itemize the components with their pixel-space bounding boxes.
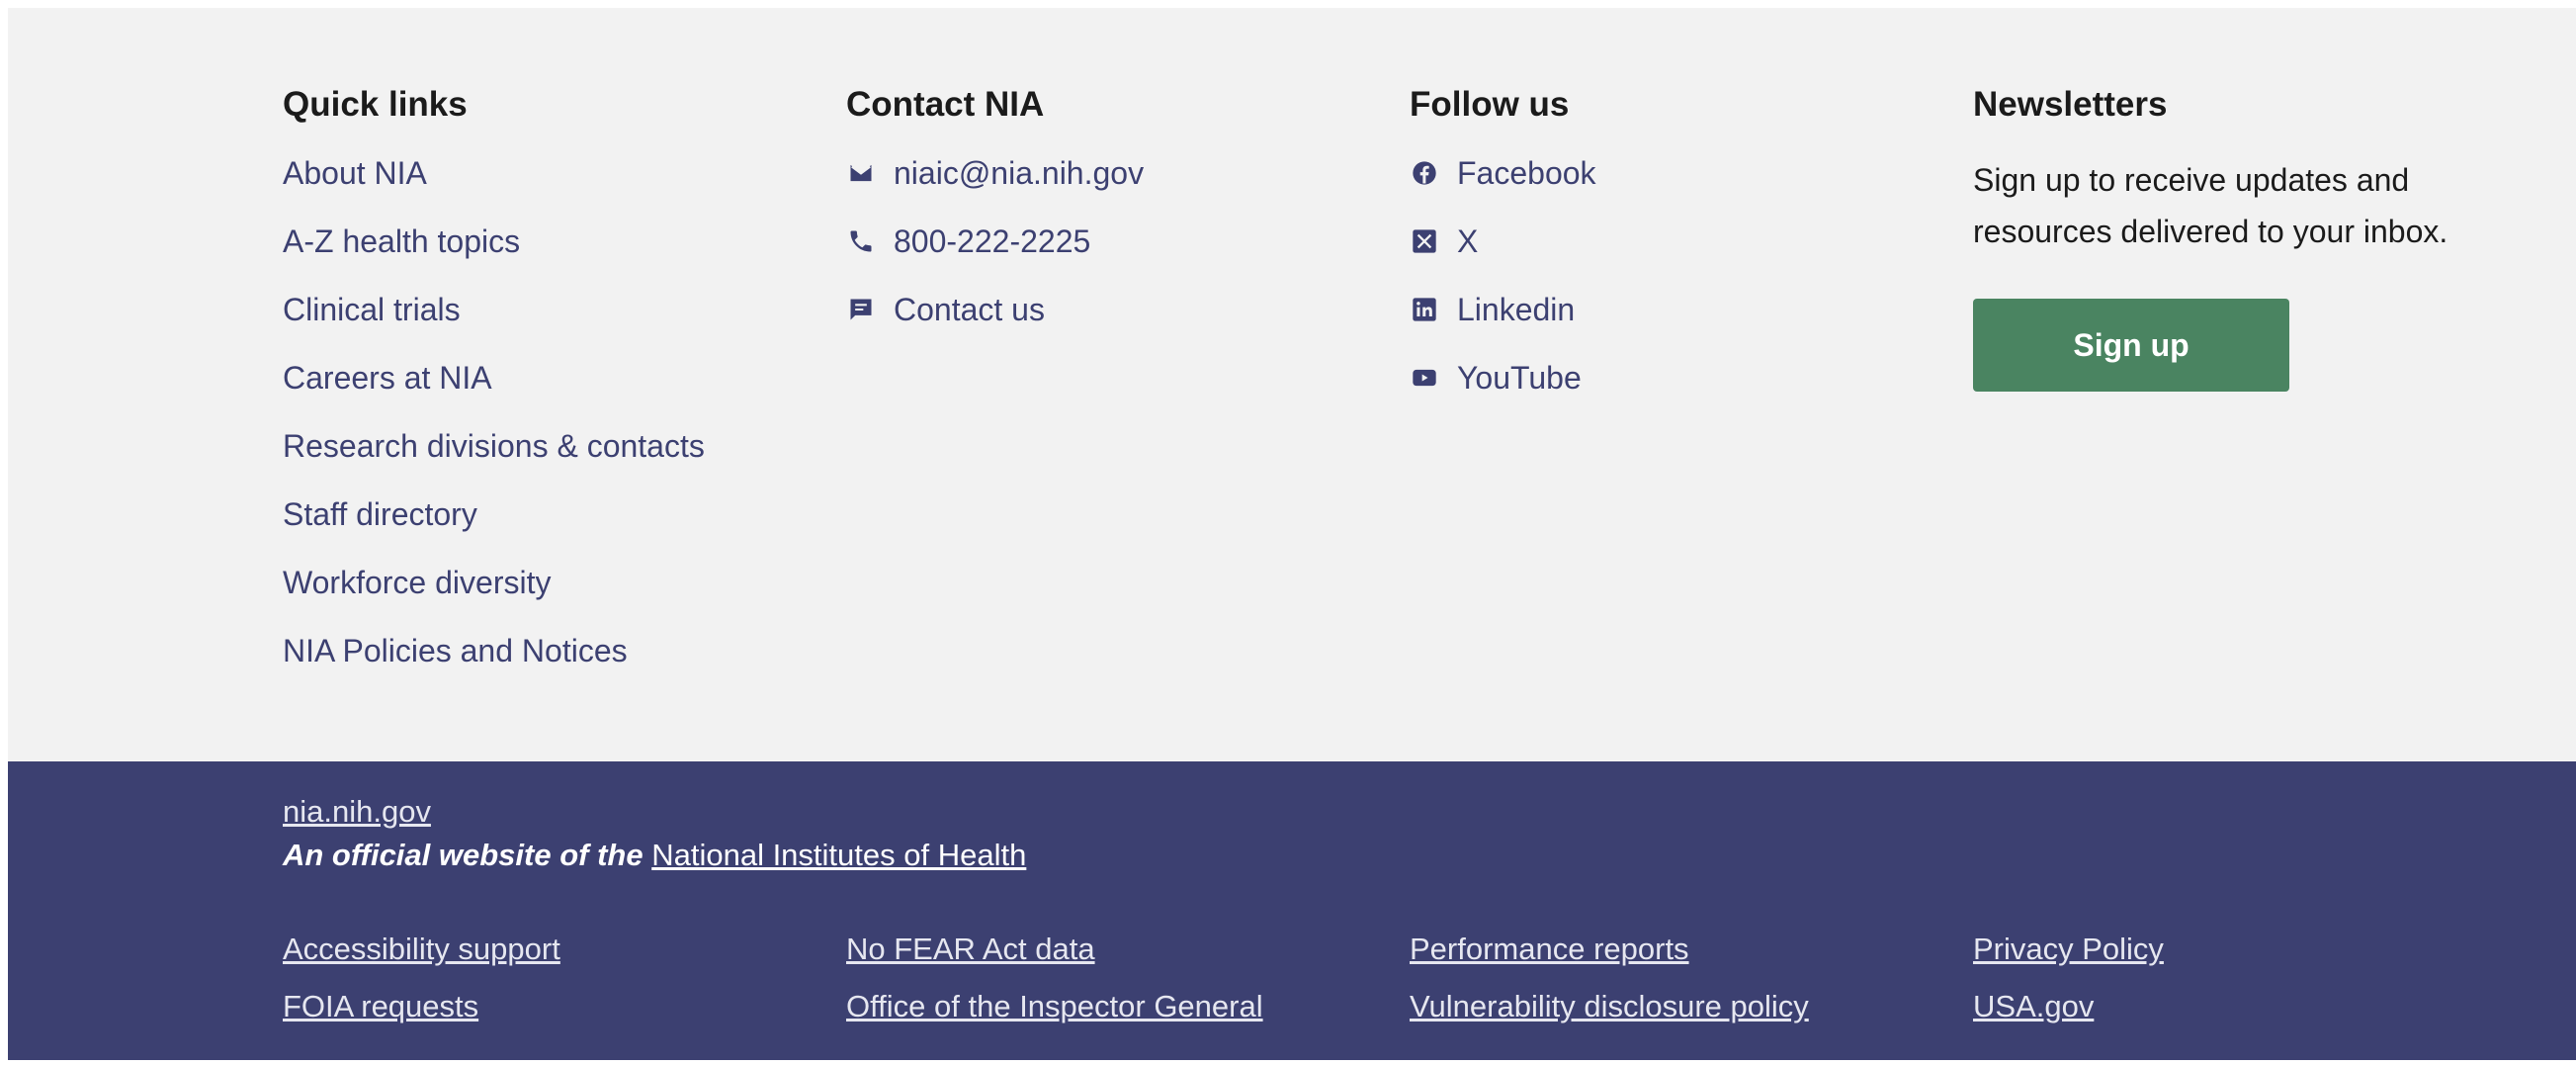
contact-list: niaic@nia.nih.gov 800-222-2225 Contact u… <box>846 152 1144 330</box>
contact-phone-label: 800-222-2225 <box>894 223 1091 259</box>
newsletters-description: Sign up to receive updates and resources… <box>1973 162 2448 249</box>
footer-top: Quick links About NIA A-Z health topics … <box>8 8 2576 761</box>
quick-links-heading: Quick links <box>283 85 468 124</box>
follow-x-link[interactable]: X <box>1410 221 1596 262</box>
accessibility-support-link[interactable]: Accessibility support <box>283 930 560 969</box>
quick-links-list: About NIA A-Z health topics Clinical tri… <box>283 152 705 671</box>
x-icon <box>1410 226 1439 256</box>
contact-us-label: Contact us <box>894 292 1045 327</box>
facebook-icon <box>1410 158 1439 188</box>
bottom-links-column-3: Performance reports Vulnerability disclo… <box>1410 930 1809 1044</box>
follow-linkedin-link[interactable]: Linkedin <box>1410 289 1596 330</box>
quick-link-clinical-trials[interactable]: Clinical trials <box>283 289 705 330</box>
vulnerability-disclosure-link[interactable]: Vulnerability disclosure policy <box>1410 987 1809 1026</box>
bottom-links-column-4: Privacy Policy USA.gov <box>1973 930 2164 1044</box>
email-icon <box>846 158 876 188</box>
follow-x-label: X <box>1457 223 1479 259</box>
inspector-general-link[interactable]: Office of the Inspector General <box>846 987 1263 1026</box>
quick-links-column: Quick links About NIA A-Z health topics … <box>283 77 705 698</box>
quick-link-staff-directory[interactable]: Staff directory <box>283 493 705 535</box>
follow-facebook-label: Facebook <box>1457 155 1596 191</box>
chat-icon <box>846 295 876 324</box>
follow-facebook-link[interactable]: Facebook <box>1410 152 1596 194</box>
bottom-links-column-2: No FEAR Act data Office of the Inspector… <box>846 930 1263 1044</box>
contact-column: Contact NIA niaic@nia.nih.gov 800-222-22… <box>846 77 1144 357</box>
contact-email-label: niaic@nia.nih.gov <box>894 155 1145 191</box>
bottom-links-column-1: Accessibility support FOIA requests <box>283 930 560 1044</box>
privacy-policy-link[interactable]: Privacy Policy <box>1973 930 2164 969</box>
follow-column: Follow us Facebook X Linkedin YouTube <box>1410 77 1596 425</box>
usa-gov-link[interactable]: USA.gov <box>1973 987 2164 1026</box>
newsletters-column: Newsletters Sign up to receive updates a… <box>1973 77 2487 392</box>
site-home-link[interactable]: nia.nih.gov <box>283 794 431 830</box>
follow-linkedin-label: Linkedin <box>1457 292 1576 327</box>
nih-link[interactable]: National Institutes of Health <box>651 838 1026 872</box>
quick-link-workforce-diversity[interactable]: Workforce diversity <box>283 562 705 603</box>
youtube-icon <box>1410 363 1439 393</box>
quick-link-health-topics[interactable]: A-Z health topics <box>283 221 705 262</box>
follow-heading: Follow us <box>1410 85 1570 124</box>
performance-reports-link[interactable]: Performance reports <box>1410 930 1809 969</box>
footer-bottom: nia.nih.gov An official website of the N… <box>8 761 2576 1060</box>
follow-youtube-label: YouTube <box>1457 360 1582 396</box>
follow-list: Facebook X Linkedin YouTube <box>1410 152 1596 399</box>
newsletters-heading: Newsletters <box>1973 85 2168 124</box>
official-prefix: An official website of the <box>283 838 644 872</box>
contact-phone-link[interactable]: 800-222-2225 <box>846 221 1144 262</box>
foia-requests-link[interactable]: FOIA requests <box>283 987 560 1026</box>
official-website-notice: An official website of the National Inst… <box>283 838 1026 873</box>
quick-link-policies[interactable]: NIA Policies and Notices <box>283 630 705 671</box>
no-fear-act-link[interactable]: No FEAR Act data <box>846 930 1263 969</box>
quick-link-careers[interactable]: Careers at NIA <box>283 357 705 399</box>
contact-email-link[interactable]: niaic@nia.nih.gov <box>846 152 1144 194</box>
follow-youtube-link[interactable]: YouTube <box>1410 357 1596 399</box>
contact-us-link[interactable]: Contact us <box>846 289 1144 330</box>
quick-link-about[interactable]: About NIA <box>283 152 705 194</box>
contact-heading: Contact NIA <box>846 85 1045 124</box>
quick-link-research-divisions[interactable]: Research divisions & contacts <box>283 425 705 467</box>
phone-icon <box>846 226 876 256</box>
linkedin-icon <box>1410 295 1439 324</box>
sign-up-button[interactable]: Sign up <box>1973 299 2289 392</box>
